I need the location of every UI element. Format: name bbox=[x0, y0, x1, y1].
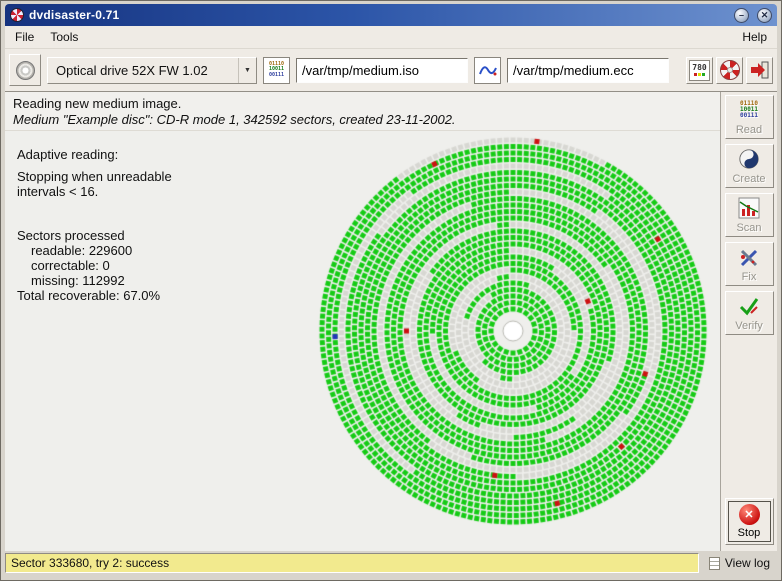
menu-help[interactable]: Help bbox=[734, 27, 775, 47]
close-button[interactable]: ✕ bbox=[757, 7, 772, 23]
stop-icon: ✕ bbox=[738, 504, 760, 525]
sectors-processed-title: Sectors processed bbox=[17, 228, 125, 243]
create-button[interactable]: Create bbox=[724, 144, 774, 188]
drive-eject-button[interactable] bbox=[9, 54, 41, 86]
quit-arrow-icon bbox=[750, 61, 768, 79]
view-log-label: View log bbox=[724, 556, 770, 570]
ecc-path-input[interactable] bbox=[507, 57, 669, 83]
stop-label: Stop bbox=[737, 527, 761, 539]
scan-chart-icon bbox=[737, 196, 761, 220]
menu-file[interactable]: File bbox=[7, 27, 42, 47]
header-status: Reading new medium image. Medium "Exampl… bbox=[5, 92, 720, 131]
content-row: Reading new medium image. Medium "Exampl… bbox=[5, 92, 777, 551]
reading-info: Adaptive reading: Stopping when unreadab… bbox=[17, 147, 172, 303]
read-binary-icon: 01110 10011 00111 bbox=[739, 100, 759, 119]
sidebar: 01110 10011 00111 Read Create Scan Fix V… bbox=[721, 92, 777, 551]
read-label: Read bbox=[735, 124, 763, 136]
toolbar-right-group: 780 bbox=[686, 56, 773, 84]
verify-label: Verify bbox=[735, 320, 763, 332]
fix-tools-icon bbox=[737, 245, 761, 269]
cd-disc-icon bbox=[15, 60, 35, 80]
help-button[interactable] bbox=[716, 56, 743, 84]
status-line-1: Reading new medium image. bbox=[13, 96, 182, 111]
left-column: Reading new medium image. Medium "Exampl… bbox=[5, 92, 721, 551]
view-log-button[interactable]: View log bbox=[701, 553, 777, 573]
main-panel: Adaptive reading: Stopping when unreadab… bbox=[5, 131, 720, 551]
scan-button[interactable]: Scan bbox=[724, 193, 774, 237]
status-message: Sector 333680, try 2: success bbox=[5, 553, 699, 573]
menubar: File Tools Help bbox=[5, 26, 777, 49]
log-page-icon bbox=[708, 556, 720, 570]
total-recoverable: Total recoverable: 67.0% bbox=[17, 288, 161, 303]
drive-select-value: Optical drive 52X FW 1.02 bbox=[56, 62, 208, 78]
yin-yang-icon bbox=[737, 147, 761, 171]
titlebar[interactable]: dvdisaster-0.71 – ✕ bbox=[5, 4, 777, 26]
stopping-line-1: Stopping when unreadable bbox=[17, 169, 172, 184]
status-line-2: Medium "Example disc": CD-R mode 1, 3425… bbox=[13, 112, 456, 127]
read-button[interactable]: 01110 10011 00111 Read bbox=[724, 95, 774, 139]
iso-file-icon: 01110 10011 00111 bbox=[263, 56, 290, 84]
adaptive-reading-title: Adaptive reading: bbox=[17, 147, 119, 162]
window-title: dvdisaster-0.71 bbox=[29, 8, 120, 22]
iso-path-input[interactable] bbox=[296, 57, 468, 83]
verify-check-icon bbox=[737, 294, 761, 318]
statusbar: Sector 333680, try 2: success View log bbox=[5, 553, 777, 573]
ecc-file-icon bbox=[474, 56, 501, 84]
fix-button[interactable]: Fix bbox=[724, 242, 774, 286]
menu-tools[interactable]: Tools bbox=[42, 27, 86, 47]
stop-button[interactable]: ✕ Stop bbox=[724, 498, 774, 545]
lifebuoy-icon bbox=[719, 60, 740, 80]
toolbar: Optical drive 52X FW 1.02 ▼ 01110 10011 … bbox=[5, 49, 777, 92]
preferences-button[interactable]: 780 bbox=[686, 56, 713, 84]
stopping-line-2: intervals < 16. bbox=[17, 184, 99, 199]
ecc-scribble-icon bbox=[478, 66, 497, 76]
drive-select-combo[interactable]: Optical drive 52X FW 1.02 ▼ bbox=[47, 56, 257, 84]
readable-count: readable: 229600 bbox=[31, 243, 133, 258]
correctable-count: correctable: 0 bbox=[31, 258, 110, 273]
quit-button[interactable] bbox=[746, 56, 773, 84]
preferences-icon: 780 bbox=[689, 59, 710, 81]
minimize-button[interactable]: – bbox=[734, 7, 749, 23]
app-icon bbox=[10, 8, 24, 22]
create-label: Create bbox=[732, 173, 766, 185]
scan-label: Scan bbox=[736, 222, 762, 234]
verify-button[interactable]: Verify bbox=[724, 291, 774, 335]
chevron-down-icon: ▼ bbox=[238, 57, 256, 83]
fix-label: Fix bbox=[741, 271, 757, 283]
missing-count: missing: 112992 bbox=[31, 273, 125, 288]
app-window: dvdisaster-0.71 – ✕ File Tools Help Opti… bbox=[0, 0, 782, 581]
